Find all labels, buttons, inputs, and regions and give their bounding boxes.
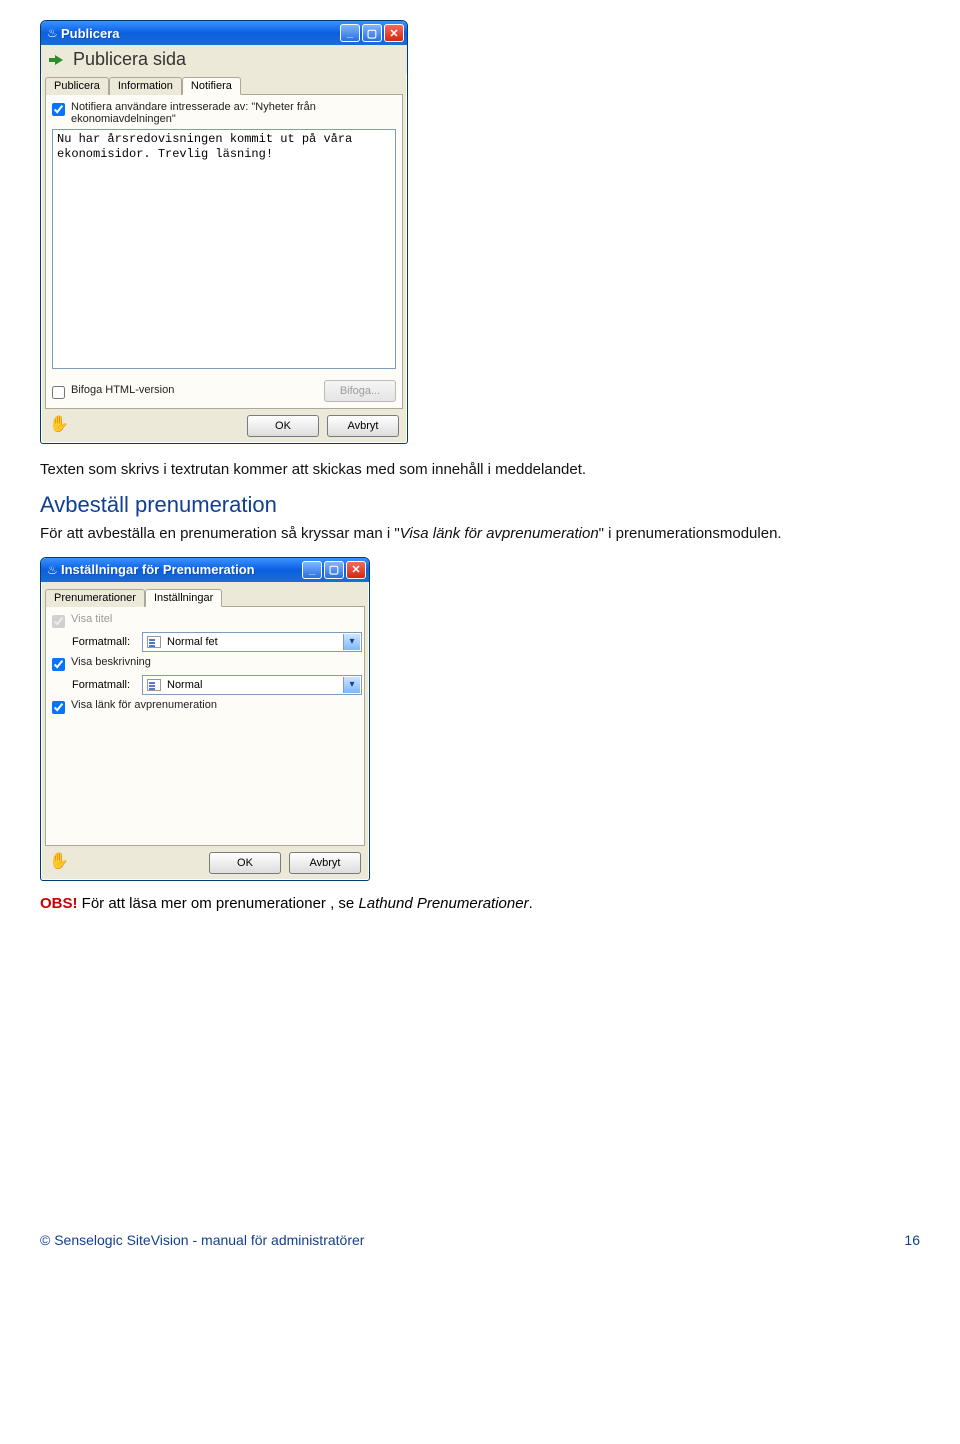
format1-label: Formatmall: [72,636,136,648]
settings-pane: Visa titel Formatmall: Normal fet ▾ Visa… [45,606,365,846]
minimize-button[interactable]: _ [340,24,360,42]
tab-installningar[interactable]: Inställningar [145,589,222,607]
show-desc-label: Visa beskrivning [71,656,151,668]
p2-pre: För att avbeställa en prenumeration så k… [40,525,400,542]
obs-label: OBS! [40,895,78,912]
publish-arrow-icon [49,52,67,68]
show-desc-row[interactable]: Visa beskrivning [52,656,358,671]
show-title-row: Visa titel [52,613,358,628]
settings-title: Inställningar för Prenumeration [61,562,302,577]
attach-button: Bifoga... [324,380,396,402]
text-format-icon [147,679,161,691]
notify-checkbox[interactable] [52,103,65,116]
close-button[interactable]: ✕ [384,24,404,42]
ok-button[interactable]: OK [209,852,281,874]
show-title-checkbox [52,615,65,628]
sitevision-hand-icon [49,853,71,873]
message-textarea[interactable] [52,129,396,369]
tab-publicera[interactable]: Publicera [45,77,109,95]
window-buttons: _ ▢ ✕ [302,561,366,579]
minimize-button[interactable]: _ [302,561,322,579]
java-icon [47,26,61,40]
attach-html-row[interactable]: Bifoga HTML-version [52,384,174,399]
sitevision-hand-icon [49,416,71,436]
p2-post: " i prenumerationsmodulen. [599,525,782,542]
body-paragraph-1: Texten som skrivs i textrutan kommer att… [40,460,920,480]
format1-value: Normal fet [167,636,218,648]
format2-combobox[interactable]: Normal ▾ [142,675,362,695]
chevron-down-icon[interactable]: ▾ [343,677,360,693]
publish-dialog: Publicera _ ▢ ✕ Publicera sida Publicera… [40,20,408,444]
cancel-button[interactable]: Avbryt [327,415,399,437]
p2-em: Visa länk för avprenumeration [400,525,599,542]
text-format-icon [147,636,161,648]
obs-em: Lathund Prenumerationer [358,895,528,912]
cancel-button[interactable]: Avbryt [289,852,361,874]
tab-notifiera[interactable]: Notifiera [182,77,241,95]
settings-tabs: Prenumerationer Inställningar [41,584,369,606]
settings-button-row: OK Avbryt [41,846,369,880]
settings-titlebar[interactable]: Inställningar för Prenumeration _ ▢ ✕ [41,558,369,582]
page-content: Publicera _ ▢ ✕ Publicera sida Publicera… [0,0,960,932]
dialog-subtitle: Publicera sida [73,49,186,70]
dialog-titlebar[interactable]: Publicera _ ▢ ✕ [41,21,407,45]
show-unsub-row[interactable]: Visa länk för avprenumeration [52,699,358,714]
body-paragraph-2: För att avbeställa en prenumeration så k… [40,524,920,544]
footer-page-number: 16 [904,1232,920,1248]
java-icon [47,563,61,577]
show-unsub-checkbox[interactable] [52,701,65,714]
footer-copyright: © Senselogic SiteVision - manual för adm… [40,1232,364,1248]
format2-row: Formatmall: Normal ▾ [72,675,358,695]
tab-information[interactable]: Information [109,77,182,95]
dialog-tabs: Publicera Information Notifiera [41,76,407,94]
chevron-down-icon[interactable]: ▾ [343,634,360,650]
settings-dialog: Inställningar för Prenumeration _ ▢ ✕ Pr… [40,557,370,881]
maximize-button[interactable]: ▢ [362,24,382,42]
window-buttons: _ ▢ ✕ [340,24,404,42]
obs-paragraph: OBS! För att läsa mer om prenumerationer… [40,895,920,912]
dialog-title: Publicera [61,26,340,41]
ok-button[interactable]: OK [247,415,319,437]
obs-post: . [529,895,533,912]
tab-prenumerationer[interactable]: Prenumerationer [45,589,145,607]
show-unsub-label: Visa länk för avprenumeration [71,699,217,711]
page-footer: © Senselogic SiteVision - manual för adm… [0,1232,960,1268]
show-desc-checkbox[interactable] [52,658,65,671]
obs-pre: För att läsa mer om prenumerationer , se [78,895,359,912]
dialog-button-row: OK Avbryt [41,409,407,443]
format1-combobox[interactable]: Normal fet ▾ [142,632,362,652]
tab-pane: Notifiera användare intresserade av: "Ny… [45,94,403,409]
show-title-label: Visa titel [71,613,112,625]
format2-value: Normal [167,679,202,691]
attach-html-label: Bifoga HTML-version [71,384,174,396]
format2-label: Formatmall: [72,679,136,691]
close-button[interactable]: ✕ [346,561,366,579]
notify-checkbox-row[interactable]: Notifiera användare intresserade av: "Ny… [52,101,396,125]
notify-checkbox-label: Notifiera användare intresserade av: "Ny… [71,101,396,125]
maximize-button[interactable]: ▢ [324,561,344,579]
attach-html-checkbox[interactable] [52,386,65,399]
format1-row: Formatmall: Normal fet ▾ [72,632,358,652]
section-heading: Avbeställ prenumeration [40,492,920,518]
dialog-subheader: Publicera sida [41,45,407,74]
